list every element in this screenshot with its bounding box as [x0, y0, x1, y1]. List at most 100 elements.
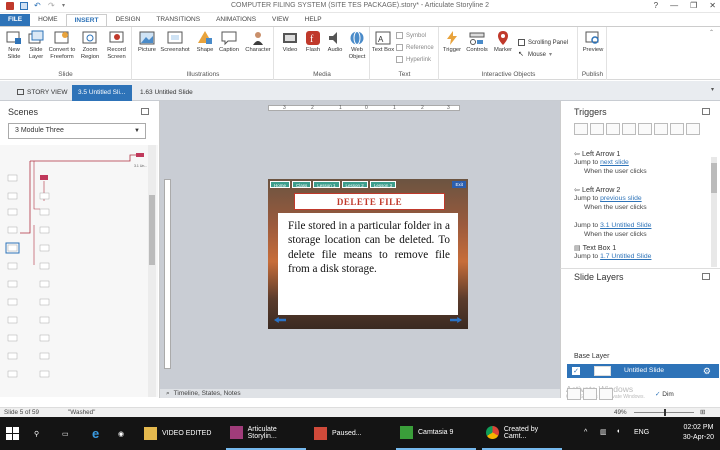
task-view-icon[interactable]: ▭ — [58, 417, 69, 450]
clock[interactable]: 02:02 PM 30-Apr-20 — [683, 423, 714, 443]
edge-icon[interactable]: e — [88, 417, 99, 450]
mouse-button[interactable]: ↖ Mouse ▾ — [518, 51, 552, 58]
zoom-slider[interactable] — [634, 409, 694, 416]
exit-button[interactable]: Exit — [452, 181, 466, 188]
tab-design[interactable]: DESIGN — [107, 14, 148, 26]
tab-home[interactable]: HOME — [30, 14, 66, 26]
panel-menu-icon[interactable] — [702, 273, 710, 280]
trigger-link[interactable]: 1.7 Untitled Slide — [600, 253, 651, 260]
language-indicator[interactable]: ENG — [634, 429, 649, 436]
new-slide-button[interactable]: New Slide — [2, 30, 26, 61]
picture-button[interactable]: Picture — [135, 30, 159, 54]
tab-help[interactable]: HELP — [297, 14, 330, 26]
web-object-button[interactable]: Web Object — [345, 30, 369, 61]
tab-file[interactable]: FILE — [0, 14, 31, 26]
convert-to-freeform-button[interactable]: Convert to Freeform — [48, 30, 76, 61]
trigger-item[interactable]: Jump to 3.1 Untitled Slide When the user … — [574, 221, 651, 239]
trigger-link[interactable]: 3.1 Untitled Slide — [600, 222, 651, 229]
dim-toggle[interactable]: ✓ Dim — [655, 390, 674, 398]
base-layer-row[interactable]: ✓ Untitled Slide ⚙ — [567, 364, 719, 378]
panel-menu-icon[interactable] — [702, 108, 710, 115]
trigger-button[interactable]: Trigger — [440, 30, 464, 54]
nav-lesson-1-button[interactable]: Lesson 1 — [313, 181, 340, 188]
video-button[interactable]: Video — [278, 30, 302, 54]
trigger-item[interactable]: ⇦ Left Arrow 1 Jump to next slide When the… — [574, 149, 647, 176]
character-button[interactable]: Character — [243, 30, 273, 54]
slide-3-5-tab[interactable]: 3.5 Untitled Sli... — [72, 85, 132, 101]
symbol-button[interactable]: Symbol — [396, 32, 426, 39]
trigger-options-icon[interactable] — [686, 123, 700, 135]
tab-view[interactable]: VIEW — [264, 14, 297, 26]
flash-button[interactable]: f Flash — [301, 30, 325, 54]
new-trigger-icon[interactable] — [574, 123, 588, 135]
left-arrow-2[interactable] — [450, 317, 462, 323]
zoom-region-button[interactable]: Zoom Region — [78, 30, 102, 61]
scene-dropdown[interactable]: 3 Module Three ▼ — [8, 123, 146, 139]
text-box-button[interactable]: A Text Box — [371, 30, 395, 54]
slide-1-63-tab[interactable]: 1.63 Untitled Slide — [135, 85, 198, 101]
preview-button[interactable]: Preview — [581, 30, 605, 54]
volume-icon[interactable]: ◖ — [616, 428, 620, 435]
story-view-tab[interactable]: STORY VIEW — [12, 85, 72, 101]
trigger-link[interactable]: previous slide — [600, 195, 642, 202]
taskbar-paused[interactable]: Paused... — [310, 417, 390, 450]
slide-body-text[interactable]: File stored in a particular folder in a … — [278, 213, 458, 315]
screenshot-button[interactable]: Screenshot — [159, 30, 191, 54]
paste-trigger-icon[interactable] — [622, 123, 636, 135]
move-down-icon[interactable] — [670, 123, 684, 135]
scene-map[interactable]: 3.1 Un... — [0, 145, 158, 397]
gear-icon[interactable]: ⚙ — [703, 364, 711, 378]
copy-trigger-icon[interactable] — [606, 123, 620, 135]
taskbar-folder-video-edited[interactable]: VIDEO EDITED — [140, 417, 222, 450]
tray-up-icon[interactable]: ^ — [584, 429, 587, 436]
nav-class-button[interactable]: Class — [292, 181, 312, 188]
close-icon[interactable]: ✕ — [709, 1, 716, 10]
restore-icon[interactable]: ❐ — [690, 1, 697, 10]
reference-button[interactable]: Reference — [396, 44, 434, 51]
tab-transitions[interactable]: TRANSITIONS — [148, 14, 208, 26]
delete-trigger-icon[interactable] — [638, 123, 652, 135]
shape-button[interactable]: Shape — [193, 30, 217, 54]
marker-button[interactable]: Marker — [491, 30, 515, 54]
tab-dropdown-icon[interactable]: ▾ — [711, 86, 714, 93]
timeline-bar[interactable]: ⌕ Timeline, States, Notes — [160, 389, 560, 398]
left-arrow-1[interactable] — [274, 317, 286, 323]
triggers-scrollbar[interactable] — [711, 157, 717, 267]
nav-lesson-2-button[interactable]: Lesson 2 — [341, 181, 368, 188]
slide-title[interactable]: DELETE FILE — [294, 193, 445, 210]
trigger-item[interactable]: ▤ Text Box 1 Jump to 1.7 Untitled Slide — [574, 243, 651, 261]
network-icon[interactable]: ▥ — [600, 428, 607, 436]
scene-scrollbar[interactable] — [148, 145, 156, 397]
scrolling-panel-button[interactable]: Scrolling Panel — [518, 39, 568, 46]
minimize-icon[interactable]: — — [670, 1, 678, 10]
collapse-ribbon-icon[interactable]: ⌃ — [709, 29, 714, 36]
search-icon[interactable]: ⚲ — [30, 417, 39, 450]
hyperlink-button[interactable]: Hyperlink — [396, 56, 431, 63]
tab-insert[interactable]: INSERT — [65, 14, 108, 26]
taskbar-storyline[interactable]: Articulate Storylin... — [226, 417, 306, 450]
slide-canvas[interactable]: Home Class Lesson 1 Lesson 2 Lesson 3 Ex… — [268, 179, 468, 329]
help-icon[interactable]: ? — [654, 1, 658, 10]
visibility-checkbox[interactable]: ✓ — [572, 367, 580, 375]
delete-layer-icon[interactable] — [599, 388, 613, 400]
app-icon[interactable]: ◉ — [114, 417, 124, 450]
slide-layer-button[interactable]: Slide Layer — [24, 30, 48, 61]
duplicate-layer-icon[interactable] — [583, 388, 597, 400]
trigger-item[interactable]: ⇦ Left Arrow 2 Jump to previous slide When… — [574, 185, 647, 212]
horizontal-ruler: 3 2 1 0 1 2 3 — [268, 105, 460, 111]
taskbar-camtasia[interactable]: Camtasia 9 — [396, 417, 476, 450]
audio-button[interactable]: Audio — [323, 30, 347, 54]
controls-button[interactable]: Controls — [465, 30, 489, 54]
caption-button[interactable]: Caption — [217, 30, 241, 54]
trigger-link[interactable]: next slide — [600, 159, 629, 166]
move-up-icon[interactable] — [654, 123, 668, 135]
edit-trigger-icon[interactable] — [590, 123, 604, 135]
start-button[interactable] — [2, 417, 24, 450]
nav-home-button[interactable]: Home — [270, 181, 291, 188]
tab-animations[interactable]: ANIMATIONS — [208, 14, 264, 26]
new-layer-icon[interactable] — [567, 388, 581, 400]
nav-lesson-3-button[interactable]: Lesson 3 — [369, 181, 397, 188]
record-screen-button[interactable]: Record Screen — [103, 30, 130, 61]
taskbar-chrome[interactable]: Created by Camt... — [482, 417, 562, 450]
panel-menu-icon[interactable] — [141, 108, 149, 115]
